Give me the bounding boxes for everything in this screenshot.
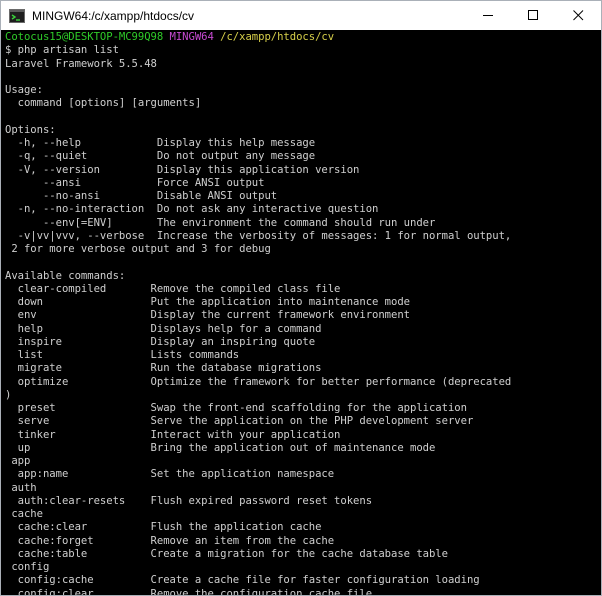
command-row: clear-compiled Remove the compiled class… [5, 282, 341, 295]
prompt-path: /c/xampp/htdocs/cv [220, 31, 335, 43]
option-line: --env[=ENV] The environment the command … [5, 216, 436, 229]
option-line: 2 for more verbose output and 3 for debu… [5, 243, 271, 255]
option-line: -n, --no-interaction Do not ask any inte… [5, 203, 379, 216]
command-row: help Displays help for a command [5, 322, 322, 335]
command-row: cache:table Create a migration for the c… [5, 547, 448, 560]
prompt-env: MINGW64 [169, 31, 214, 43]
prompt-user-host: Cotocus15@DESKTOP-MC99Q98 [5, 31, 164, 43]
command-row: auth:clear-resets Flush expired password… [5, 494, 373, 507]
command-row: config:cache Create a cache file for fas… [5, 574, 480, 587]
terminal-output-area[interactable]: Cotocus15@DESKTOP-MC99Q98 MINGW64 /c/xam… [1, 30, 601, 595]
option-line: -v|vv|vvv, --verbose Increase the verbos… [5, 229, 512, 242]
usage-header: Usage: [5, 84, 43, 96]
title-bar[interactable]: MINGW64:/c/xampp/htdocs/cv [1, 1, 601, 30]
maximize-icon [528, 10, 538, 20]
option-line: --ansi Force ANSI output [5, 176, 265, 189]
framework-version: Laravel Framework 5.5.48 [5, 57, 157, 70]
command-row: ) [5, 388, 12, 401]
command-group: auth [5, 481, 37, 494]
minimize-icon [483, 15, 493, 16]
close-button[interactable] [556, 1, 601, 30]
option-line: -q, --quiet Do not output any message [5, 150, 316, 163]
command-row: cache:forget Remove an item from the cac… [5, 534, 335, 547]
command-row: list Lists commands [5, 349, 240, 361]
command-row: app:name Set the application namespace [5, 468, 335, 481]
command-row: tinker Interact with your application [5, 428, 341, 441]
command-row: up Bring the application out of maintena… [5, 441, 436, 454]
command-row: env Display the current framework enviro… [5, 309, 410, 322]
option-line: -V, --version Display this application v… [5, 163, 360, 176]
options-header: Options: [5, 123, 56, 136]
command-group: cache [5, 508, 43, 520]
option-line: --no-ansi Disable ANSI output [5, 190, 278, 202]
window-controls [466, 1, 601, 30]
option-line: -h, --help Display this help message [5, 137, 316, 149]
window-title: MINGW64:/c/xampp/htdocs/cv [32, 8, 195, 23]
mingw-terminal-icon [9, 8, 25, 23]
command-row: config:clear Remove the configuration ca… [5, 587, 373, 596]
maximize-button[interactable] [511, 1, 556, 30]
command-line: $ php artisan list [5, 44, 119, 57]
usage-line: command [options] [arguments] [5, 97, 202, 110]
command-group: app [5, 455, 31, 467]
command-row: optimize Optimize the framework for bett… [5, 375, 512, 388]
command-row: serve Serve the application on the PHP d… [5, 415, 474, 428]
minimize-button[interactable] [466, 1, 511, 30]
prompt-line: Cotocus15@DESKTOP-MC99Q98 MINGW64 /c/xam… [5, 31, 601, 44]
terminal-window: MINGW64:/c/xampp/htdocs/cv Cotocus15@DES… [0, 0, 602, 596]
command-row: cache:clear Flush the application cache [5, 521, 322, 534]
close-icon [573, 10, 584, 21]
command-row: inspire Display an inspiring quote [5, 335, 316, 348]
command-row: down Put the application into maintenanc… [5, 296, 410, 308]
commands-header: Available commands: [5, 269, 126, 282]
command-row: migrate Run the database migrations [5, 362, 322, 375]
command-row: preset Swap the front-end scaffolding fo… [5, 402, 467, 414]
command-group: config [5, 561, 50, 573]
